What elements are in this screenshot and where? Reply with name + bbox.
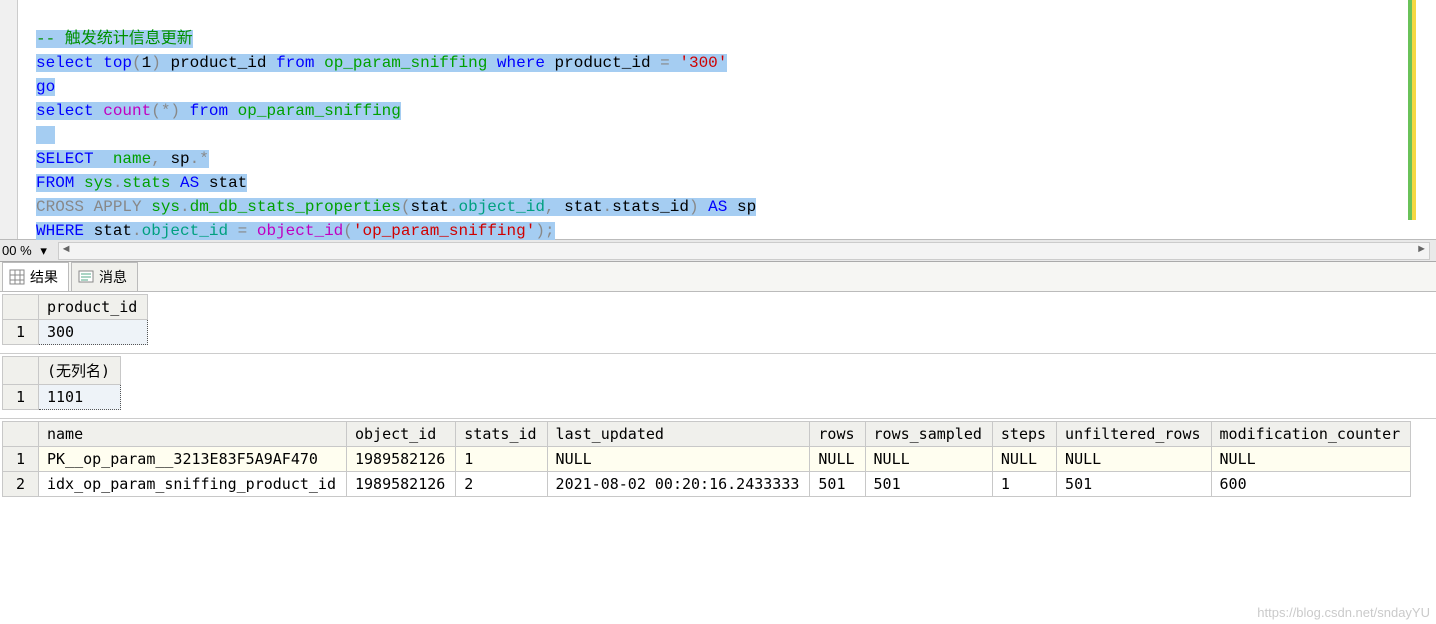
col-header[interactable]: name	[39, 422, 347, 447]
col-header[interactable]: product_id	[39, 295, 148, 320]
col-header[interactable]: rows	[810, 422, 865, 447]
cell[interactable]: 1989582126	[346, 447, 455, 472]
table-row: 2 idx_op_param_sniffing_product_id 19895…	[3, 472, 1411, 497]
grid-1-table[interactable]: product_id 1300	[2, 294, 148, 345]
cell[interactable]: NULL	[547, 447, 810, 472]
cell[interactable]: idx_op_param_sniffing_product_id	[39, 472, 347, 497]
cell[interactable]: 1989582126	[346, 472, 455, 497]
table-row: name object_id stats_id last_updated row…	[3, 422, 1411, 447]
cell[interactable]: 1101	[39, 385, 121, 410]
grid-2-table[interactable]: (无列名) 11101	[2, 356, 121, 410]
cell[interactable]: 1	[456, 447, 547, 472]
cell[interactable]: NULL	[1057, 447, 1211, 472]
scroll-right-icon[interactable]: ►	[1416, 243, 1427, 255]
zoom-level: 00 %	[0, 243, 36, 258]
tab-messages-label: 消息	[99, 267, 127, 287]
cell[interactable]: NULL	[810, 447, 865, 472]
result-grid-2: (无列名) 11101	[0, 354, 1436, 419]
horizontal-scrollbar[interactable]: ◄ ►	[58, 242, 1430, 260]
cell[interactable]: 600	[1211, 472, 1411, 497]
cell[interactable]: 1	[992, 472, 1056, 497]
table-row: (无列名)	[3, 357, 121, 385]
table-row: 1300	[3, 320, 148, 345]
table-row: 11101	[3, 385, 121, 410]
result-grid-1: product_id 1300	[0, 292, 1436, 354]
col-header[interactable]: rows_sampled	[865, 422, 992, 447]
col-header[interactable]: modification_counter	[1211, 422, 1411, 447]
col-header[interactable]: last_updated	[547, 422, 810, 447]
col-header[interactable]: (无列名)	[39, 357, 121, 385]
cell[interactable]: 501	[1057, 472, 1211, 497]
result-grid-3: name object_id stats_id last_updated row…	[0, 419, 1436, 505]
results-pane: product_id 1300 (无列名) 11101 name object_…	[0, 292, 1436, 622]
col-header[interactable]: steps	[992, 422, 1056, 447]
col-header[interactable]: stats_id	[456, 422, 547, 447]
cell[interactable]: 501	[865, 472, 992, 497]
scroll-left-icon[interactable]: ◄	[61, 243, 72, 255]
watermark: https://blog.csdn.net/sndayYU	[1257, 605, 1430, 620]
cell[interactable]: 2021-08-02 00:20:16.2433333	[547, 472, 810, 497]
overview-ruler	[1406, 0, 1436, 239]
col-header[interactable]: object_id	[346, 422, 455, 447]
cell[interactable]: NULL	[1211, 447, 1411, 472]
messages-icon	[78, 269, 94, 285]
table-row: product_id	[3, 295, 148, 320]
grid-icon	[9, 269, 25, 285]
cell[interactable]: 501	[810, 472, 865, 497]
cell[interactable]: 2	[456, 472, 547, 497]
table-row: 1 PK__op_param__3213E83F5A9AF470 1989582…	[3, 447, 1411, 472]
code-content[interactable]: -- 触发统计信息更新 select top(1) product_id fro…	[36, 3, 1404, 267]
grid-3-table[interactable]: name object_id stats_id last_updated row…	[2, 421, 1411, 497]
cell[interactable]: PK__op_param__3213E83F5A9AF470	[39, 447, 347, 472]
tab-results-label: 结果	[30, 267, 58, 287]
editor-gutter	[0, 0, 18, 239]
col-header[interactable]: unfiltered_rows	[1057, 422, 1211, 447]
zoom-bar: 00 % ▾ ◄ ►	[0, 240, 1436, 262]
sql-editor[interactable]: -- 触发统计信息更新 select top(1) product_id fro…	[0, 0, 1436, 240]
cell[interactable]: 300	[39, 320, 148, 345]
cell[interactable]: NULL	[992, 447, 1056, 472]
cell[interactable]: NULL	[865, 447, 992, 472]
